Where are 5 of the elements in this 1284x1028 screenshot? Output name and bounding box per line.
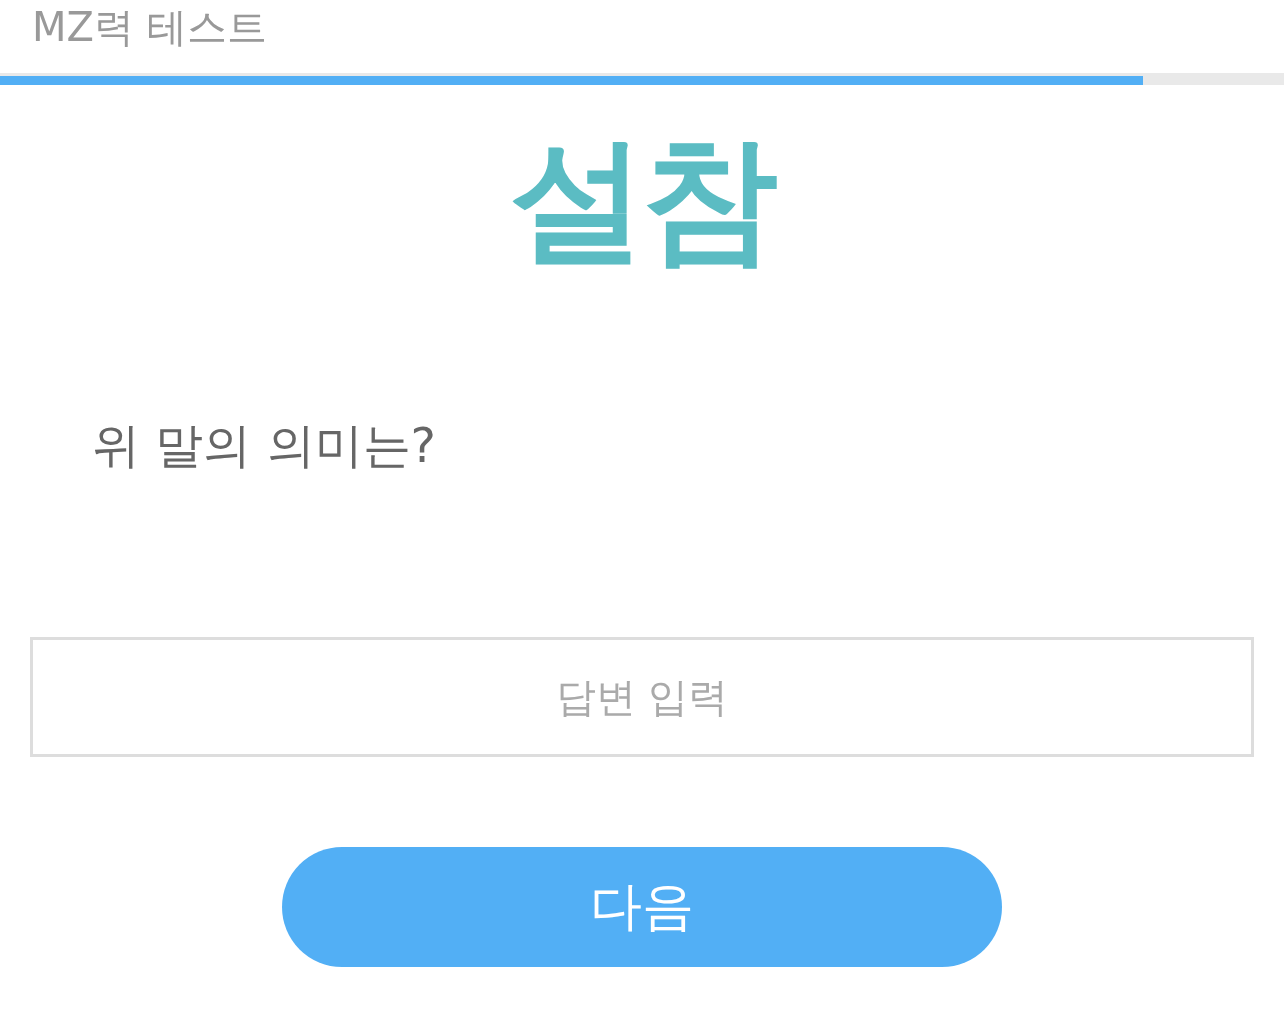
quiz-word: 설참 bbox=[510, 131, 774, 267]
answer-input-field[interactable]: 답변 입력 bbox=[30, 637, 1254, 757]
page-title: MZ력 테스트 bbox=[32, 6, 267, 47]
next-button[interactable]: 다음 bbox=[282, 847, 1002, 967]
question-text: 위 말의 의미는? bbox=[92, 417, 436, 473]
